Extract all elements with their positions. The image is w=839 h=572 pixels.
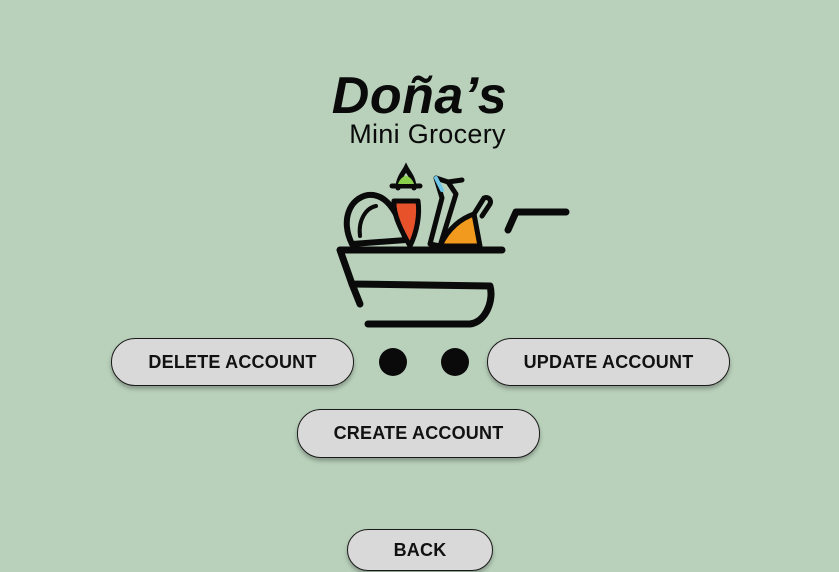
- back-button[interactable]: BACK: [347, 529, 493, 571]
- cart-wheels: [379, 348, 469, 376]
- groceries: [343, 162, 493, 249]
- update-account-button[interactable]: UPDATE ACCOUNT: [487, 338, 730, 386]
- cart: [336, 208, 570, 328]
- delete-account-button[interactable]: DELETE ACCOUNT: [111, 338, 354, 386]
- create-account-button[interactable]: CREATE ACCOUNT: [297, 409, 540, 458]
- brand-subtitle: Mini Grocery: [349, 119, 506, 149]
